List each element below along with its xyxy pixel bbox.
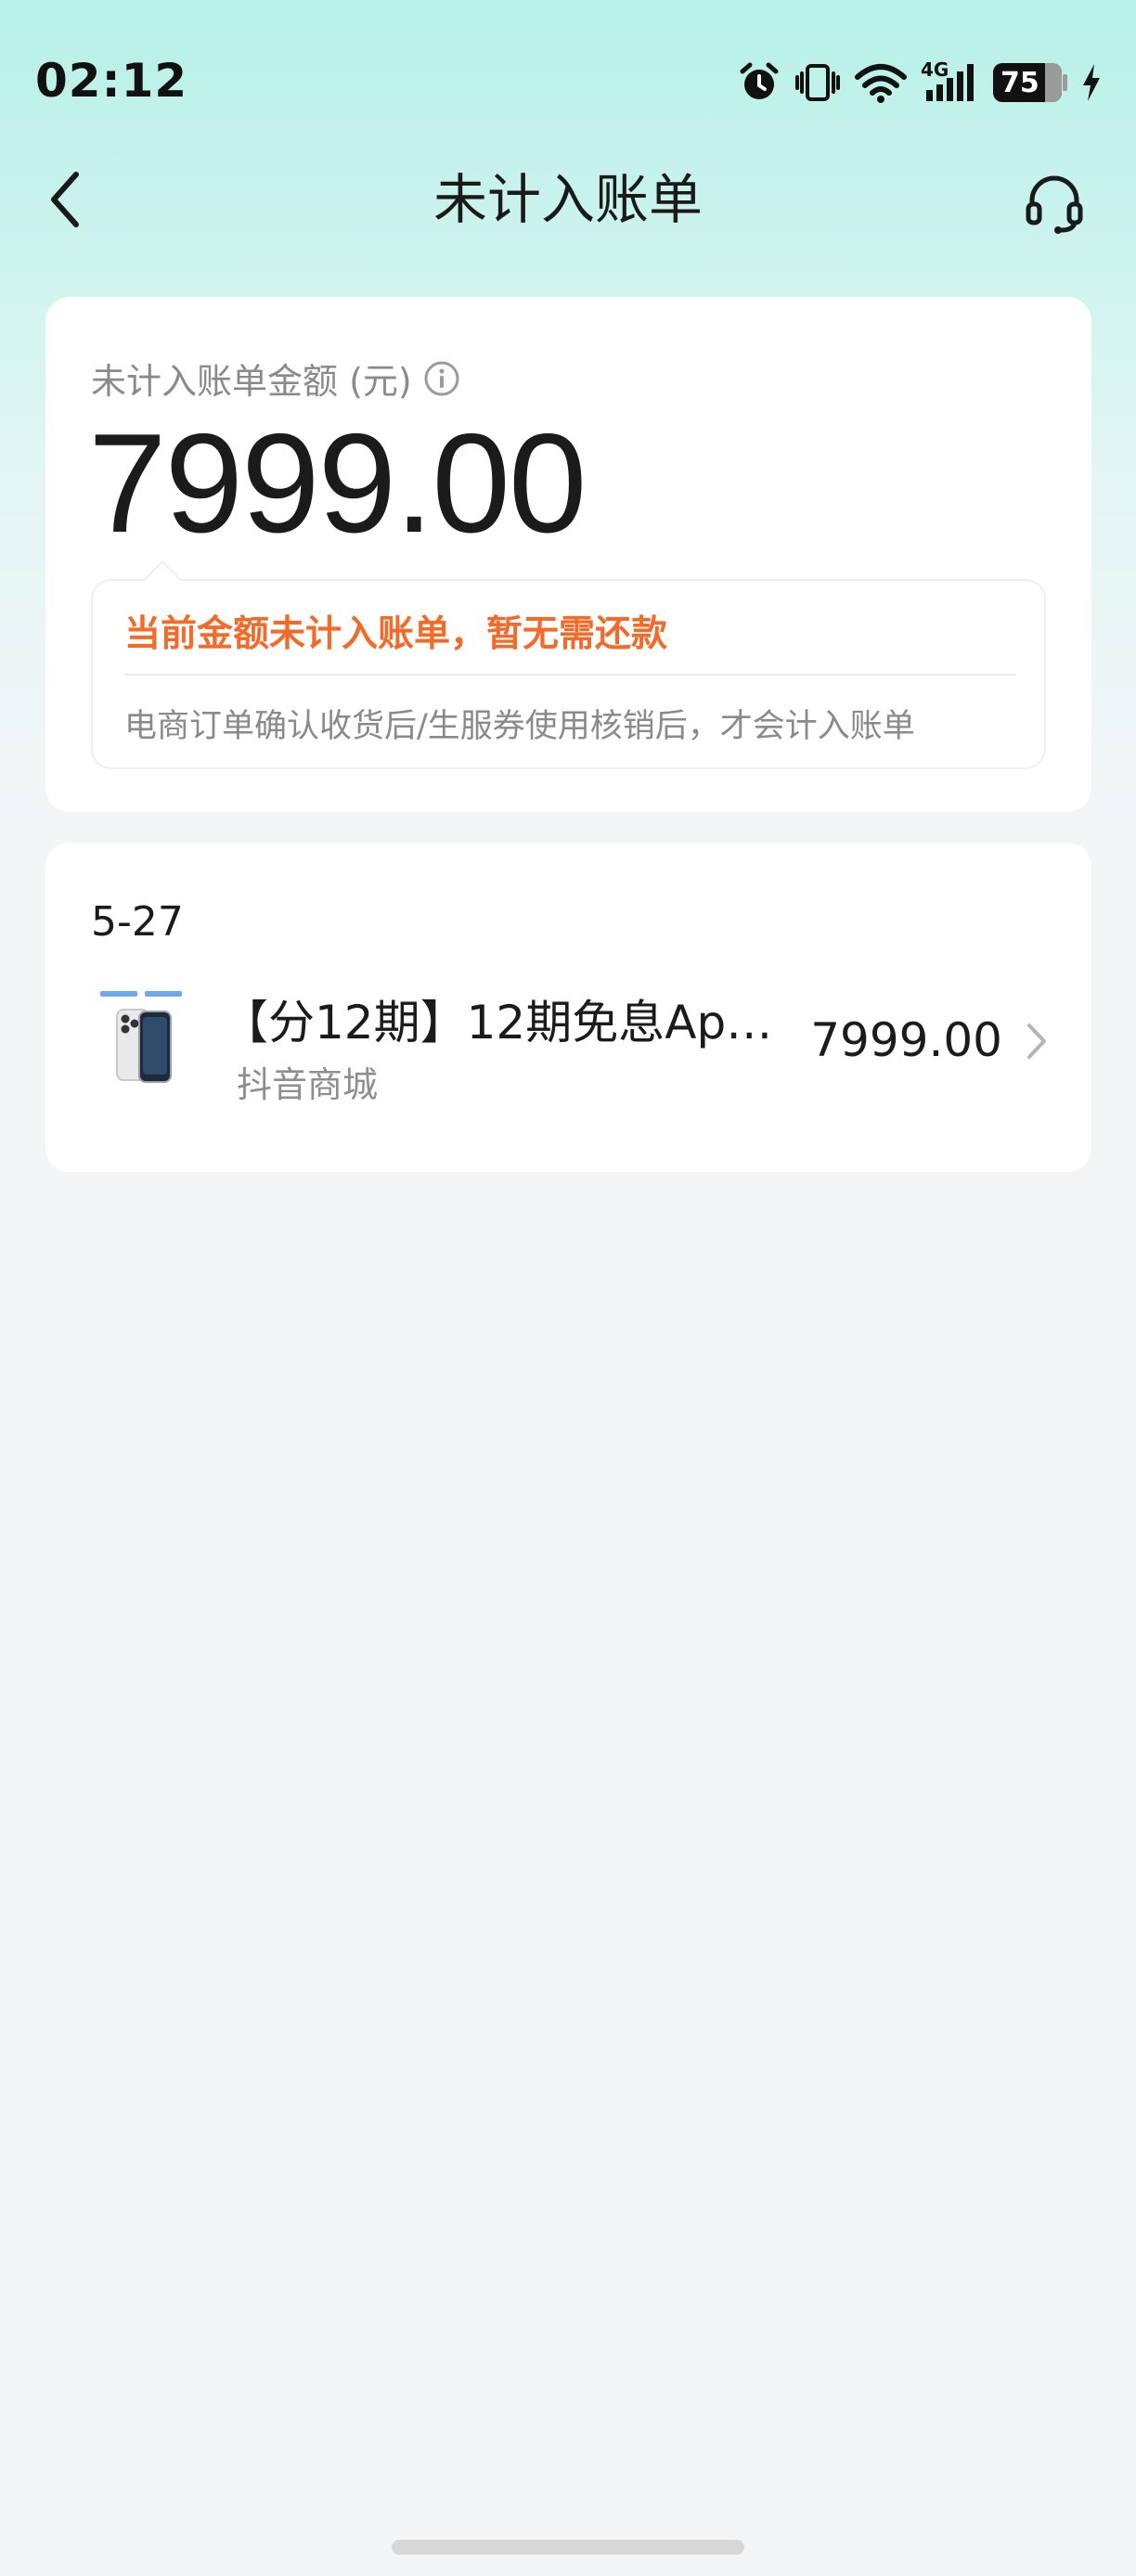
charging-icon: [1083, 64, 1100, 101]
notice-pointer: [142, 560, 183, 600]
order-item[interactable]: 【分12期】12期免息Apple iPhone 抖音商城 7999.00: [45, 982, 1091, 1105]
amount-label-row: 未计入账单金额 (元): [91, 353, 460, 404]
order-source: 抖音商城: [237, 1064, 379, 1105]
home-indicator[interactable]: [392, 2540, 744, 2555]
nav-bar: 未计入账单: [0, 158, 1136, 241]
battery-level: 75: [1000, 67, 1039, 99]
wifi-icon: [855, 64, 907, 103]
order-list-card: 5-27 【分12期】12期免息Apple iPhone 抖音商城 7999.0…: [45, 843, 1091, 1172]
notice-box: 当前金额未计入账单，暂无需还款 电商订单确认收货后/生服券使用核销后，才会计入账…: [91, 560, 1046, 769]
status-bar: 02:12 4G 75: [0, 0, 1136, 167]
page: 02:12 4G 75 未计入账单 未计入账单金额 (元) 7999.00 当前…: [0, 0, 1136, 2576]
chevron-right-icon: [1027, 1024, 1046, 1059]
customer-service-button[interactable]: [1019, 167, 1090, 238]
status-time: 02:12: [35, 54, 188, 108]
order-amount: 7999.00: [810, 1013, 1002, 1067]
battery-icon: 75: [993, 63, 1067, 102]
notice-title: 当前金额未计入账单，暂无需还款: [124, 613, 668, 655]
signal-icon: 4G: [921, 58, 980, 105]
product-thumbnail: [97, 987, 189, 1089]
order-date: 5-27: [91, 898, 184, 946]
info-icon[interactable]: [423, 360, 460, 397]
order-title: 【分12期】12期免息Apple iPhone: [222, 996, 788, 1050]
status-icons: 4G 75: [724, 58, 1103, 106]
chevron-left-icon: [51, 172, 79, 227]
divider: [124, 674, 1016, 676]
notice-description: 电商订单确认收货后/生服券使用核销后，才会计入账单: [124, 708, 915, 745]
unbilled-amount: 7999.00: [88, 405, 587, 562]
headset-icon: [1026, 175, 1083, 234]
amount-label: 未计入账单金额 (元): [91, 361, 412, 402]
back-button[interactable]: [37, 169, 93, 230]
page-title: 未计入账单: [432, 168, 703, 231]
summary-card: 未计入账单金额 (元) 7999.00 当前金额未计入账单，暂无需还款 电商订单…: [45, 297, 1091, 812]
alarm-icon: [740, 62, 779, 99]
vibrate-icon: [795, 64, 840, 101]
